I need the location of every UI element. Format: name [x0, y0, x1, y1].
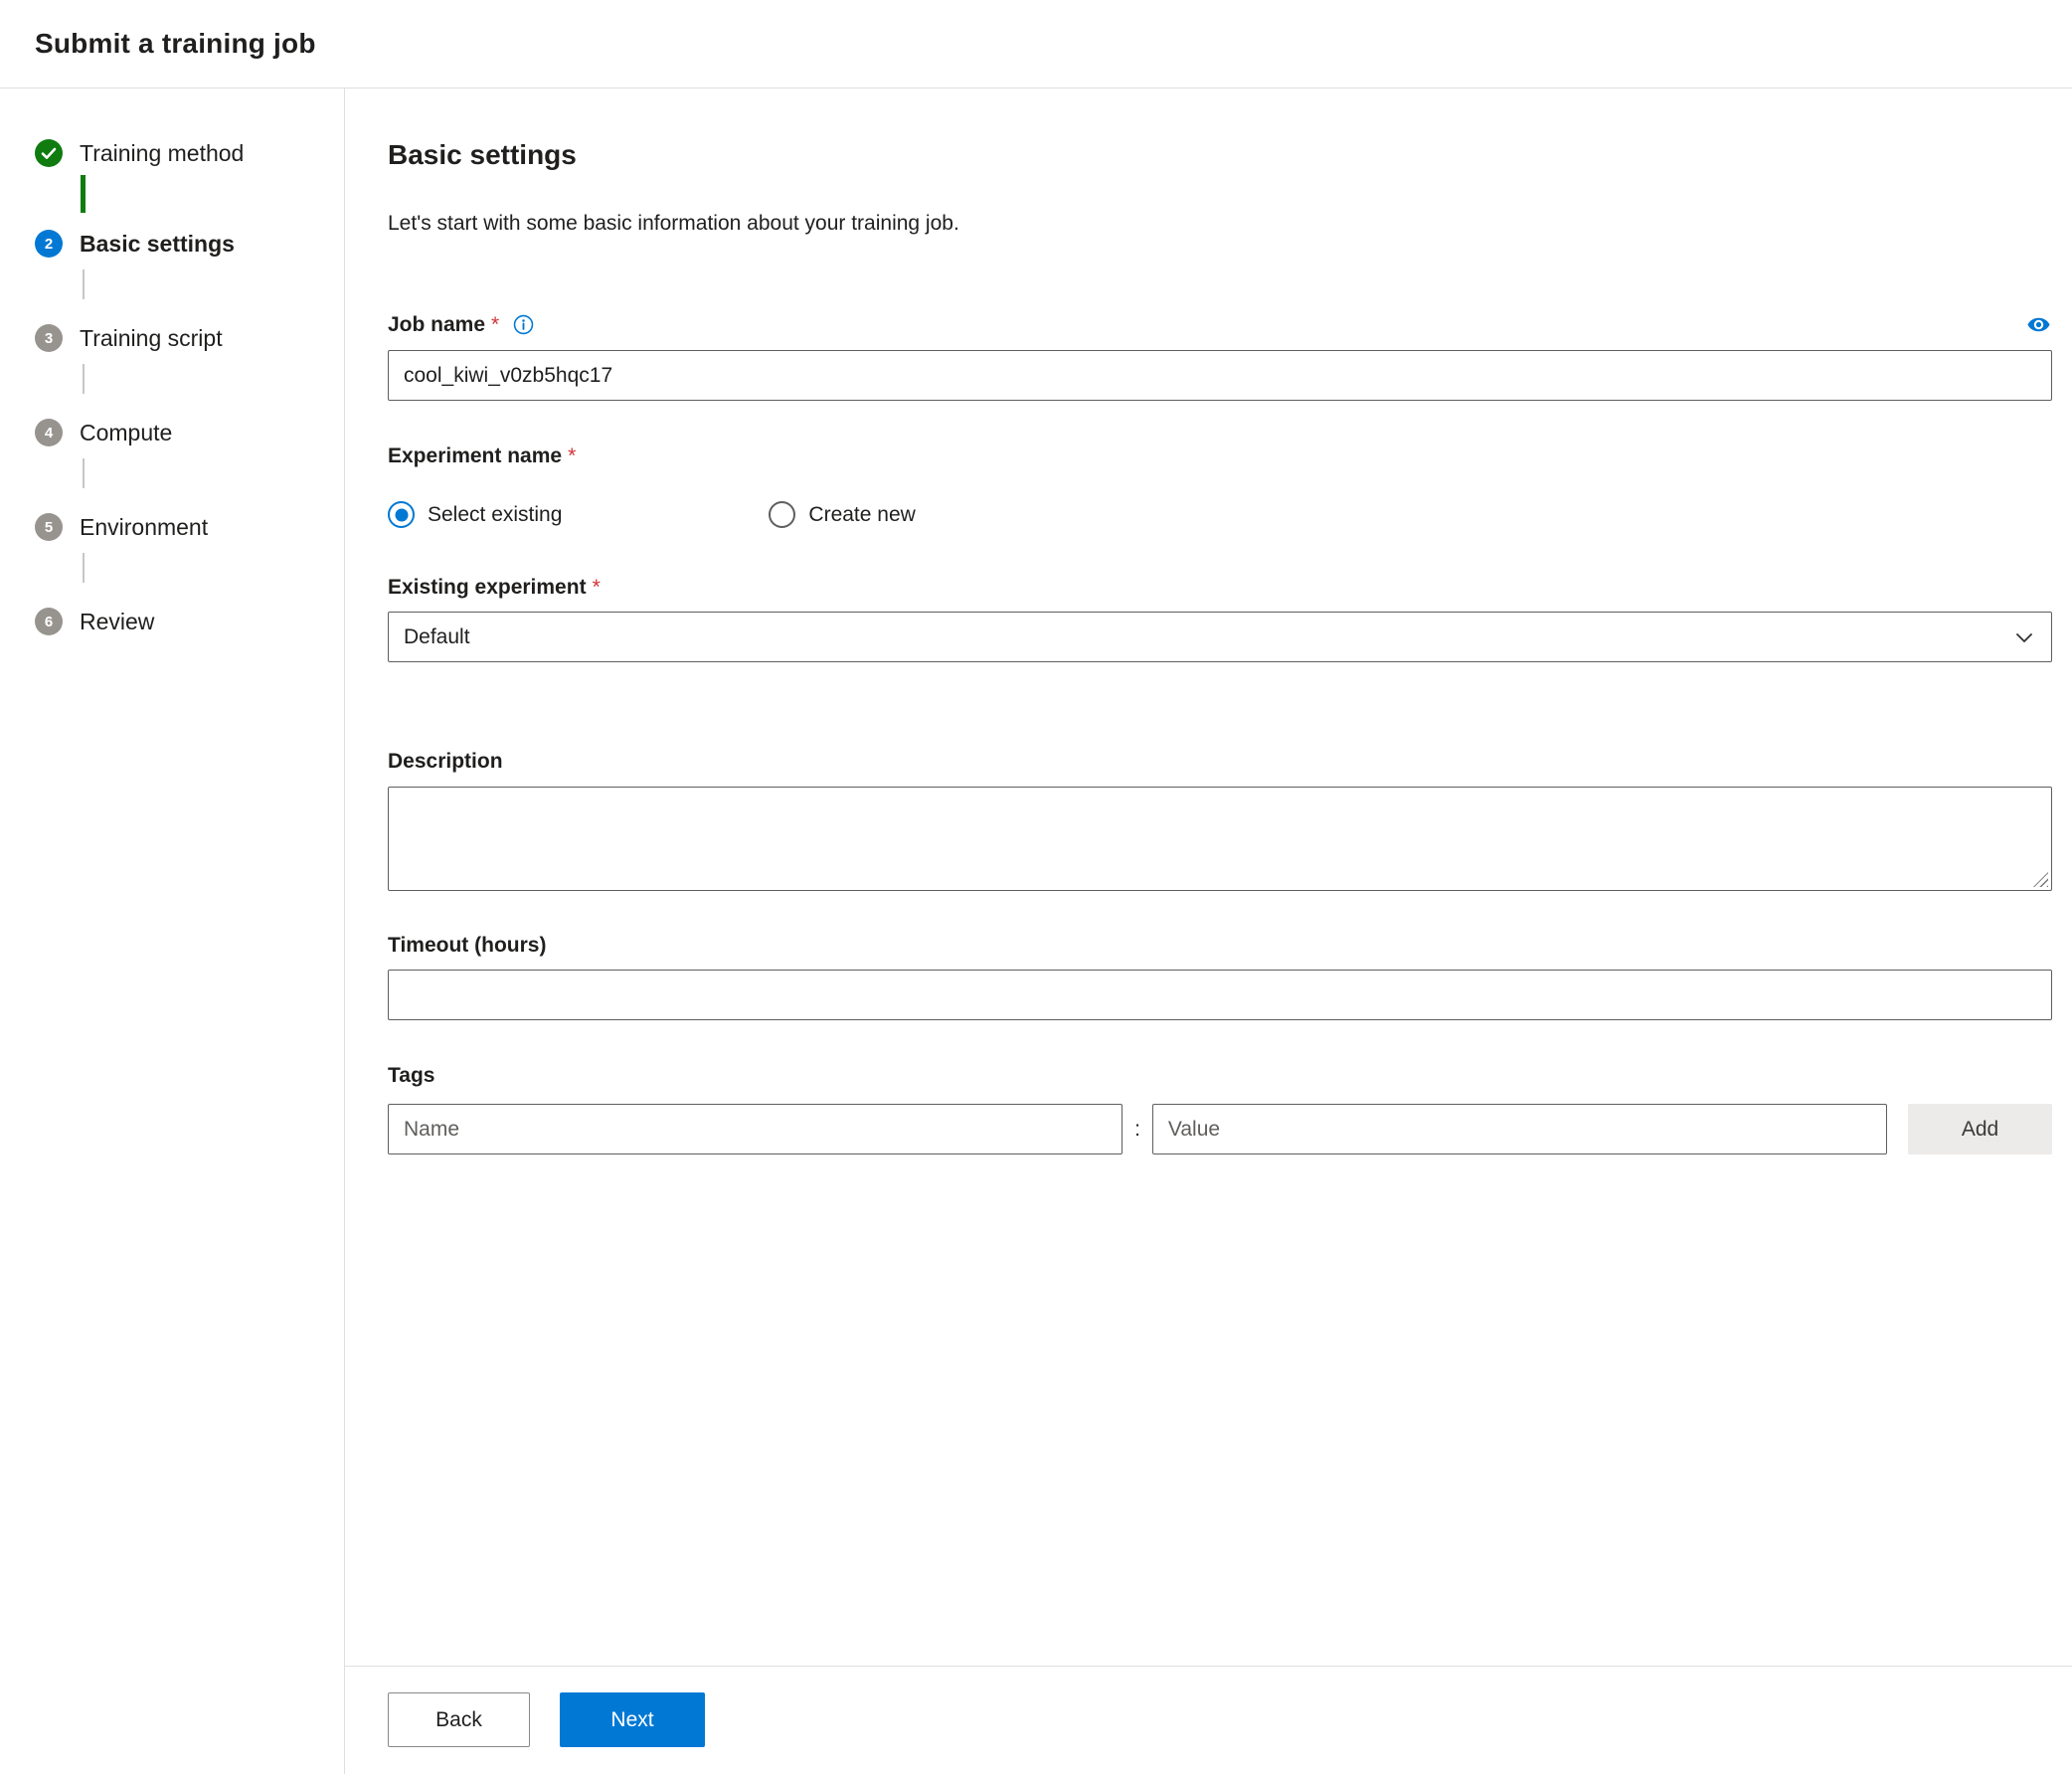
existing-experiment-selected-value: Default	[404, 624, 470, 648]
description-label: Description	[388, 750, 503, 773]
back-button[interactable]: Back	[388, 1692, 530, 1747]
step-complete-icon	[35, 139, 63, 167]
basic-settings-form: Basic settings Let's start with some bas…	[345, 89, 2072, 1666]
experiment-name-radio-group: Select existing Create new	[388, 501, 2052, 528]
timeout-label: Timeout (hours)	[388, 934, 547, 957]
description-field-wrap	[388, 787, 2052, 891]
step-connector	[35, 175, 344, 230]
step-review[interactable]: 6 Review	[35, 608, 344, 635]
section-title: Basic settings	[388, 139, 577, 170]
submit-training-job-page: Submit a training job Training method 2 …	[0, 0, 2072, 1774]
main-panel: Basic settings Let's start with some bas…	[345, 89, 2072, 1774]
tag-separator: :	[1134, 1117, 1140, 1141]
required-marker: *	[491, 312, 500, 336]
add-tag-button[interactable]: Add	[1908, 1104, 2052, 1154]
step-number-badge: 2	[35, 230, 63, 258]
existing-experiment-dropdown[interactable]: Default	[388, 612, 2052, 662]
timeout-label-row: Timeout (hours)	[388, 934, 2052, 958]
page-title: Submit a training job	[35, 28, 316, 59]
experiment-name-label: Experiment name	[388, 444, 563, 467]
chevron-down-icon	[2012, 625, 2036, 649]
description-label-row: Description	[388, 750, 2052, 774]
step-number-badge: 5	[35, 513, 63, 541]
experiment-name-label-row: Experiment name *	[388, 444, 2052, 468]
next-button[interactable]: Next	[560, 1692, 705, 1747]
job-name-label-row: Job name *	[388, 311, 2052, 338]
step-basic-settings[interactable]: 2 Basic settings	[35, 230, 344, 258]
existing-experiment-label-row: Existing experiment *	[388, 576, 2052, 600]
radio-unselected-icon	[769, 501, 796, 528]
step-number-badge: 6	[35, 608, 63, 635]
step-label-basic-settings: Basic settings	[80, 230, 235, 257]
eye-icon[interactable]	[2025, 311, 2052, 338]
page-header: Submit a training job	[0, 0, 2072, 89]
tags-input-row: : Add	[388, 1104, 2052, 1154]
step-training-method[interactable]: Training method	[35, 139, 344, 167]
radio-select-existing[interactable]: Select existing	[388, 501, 562, 528]
section-subtitle: Let's start with some basic information …	[388, 212, 959, 235]
existing-experiment-label: Existing experiment	[388, 576, 587, 599]
job-name-input[interactable]	[388, 350, 2052, 401]
radio-selected-icon	[388, 501, 415, 528]
step-connector	[35, 553, 344, 608]
step-number-badge: 4	[35, 419, 63, 446]
step-label-environment: Environment	[80, 513, 209, 540]
radio-select-existing-label: Select existing	[428, 502, 563, 526]
radio-create-new[interactable]: Create new	[769, 501, 916, 528]
step-environment[interactable]: 5 Environment	[35, 513, 344, 541]
step-label-review: Review	[80, 608, 155, 634]
step-compute[interactable]: 4 Compute	[35, 419, 344, 446]
step-connector	[35, 458, 344, 513]
radio-create-new-label: Create new	[808, 502, 916, 526]
tag-name-input[interactable]	[388, 1104, 1123, 1154]
required-marker: *	[592, 576, 601, 599]
step-label-training-script: Training script	[80, 324, 223, 351]
step-connector	[35, 364, 344, 419]
step-connector	[35, 269, 344, 324]
wizard-footer: Back Next	[345, 1666, 2072, 1774]
tags-label: Tags	[388, 1064, 435, 1087]
job-name-label: Job name	[388, 312, 486, 336]
step-label-training-method: Training method	[80, 139, 245, 166]
info-icon[interactable]	[511, 312, 536, 337]
tags-label-row: Tags	[388, 1064, 2052, 1088]
description-textarea[interactable]	[388, 787, 2052, 891]
timeout-input[interactable]	[388, 970, 2052, 1020]
wizard-stepper: Training method 2 Basic settings 3 Train…	[0, 89, 345, 1774]
step-label-compute: Compute	[80, 419, 173, 445]
step-training-script[interactable]: 3 Training script	[35, 324, 344, 352]
required-marker: *	[568, 444, 577, 467]
step-number-badge: 3	[35, 324, 63, 352]
page-body: Training method 2 Basic settings 3 Train…	[0, 89, 2072, 1774]
tag-value-input[interactable]	[1151, 1104, 1887, 1154]
